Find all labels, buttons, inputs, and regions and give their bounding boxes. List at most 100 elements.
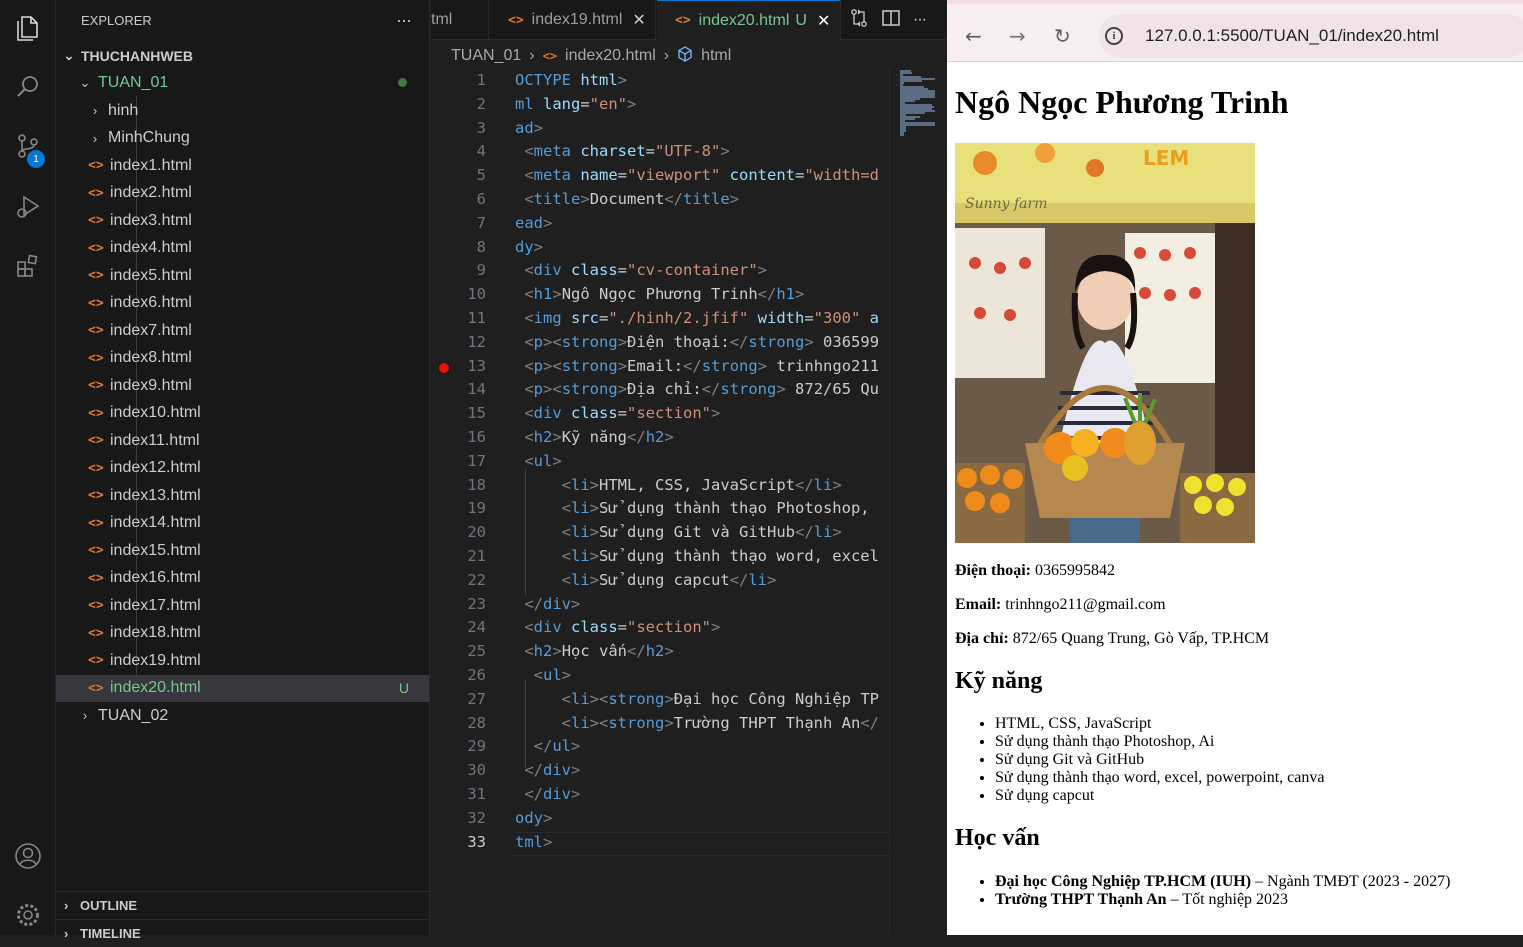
line-number: 21	[467, 547, 486, 565]
file-item[interactable]: <> index14.html	[56, 510, 429, 537]
minimap[interactable]	[889, 68, 941, 935]
code-line: <h1>Ngô Ngọc Phương Trinh</h1>	[515, 285, 804, 303]
code-token: div	[543, 761, 571, 780]
code-token: dy	[515, 237, 534, 256]
file-item[interactable]: <> index19.html	[56, 647, 429, 674]
code-token: "viewport"	[627, 166, 730, 185]
html-file-icon: <>	[675, 13, 691, 28]
workspace-root[interactable]: ⌄ THUCHANHWEB	[56, 42, 429, 69]
file-item[interactable]: <> index2.html	[56, 180, 429, 207]
file-item[interactable]: <> index20.html U	[56, 674, 429, 702]
file-item[interactable]: <> index16.html	[56, 565, 429, 592]
code-token: >	[561, 666, 572, 684]
code-token: <	[515, 404, 534, 423]
line-number: 32	[467, 808, 486, 827]
extensions-icon[interactable]	[8, 246, 48, 286]
html-file-icon: <>	[88, 543, 104, 558]
code-token: 872/65 Qu	[795, 380, 880, 399]
code-token: >	[757, 261, 768, 280]
file-label: index8.html	[110, 349, 192, 366]
breadcrumb-file[interactable]: index20.html	[565, 47, 656, 65]
file-label: index7.html	[110, 321, 192, 339]
code-token: class	[571, 618, 618, 637]
address-bar[interactable]: 127.0.0.1:5500/TUAN_01/index20.html	[1099, 14, 1523, 58]
line-number: 22	[467, 570, 486, 589]
breadcrumb-folder[interactable]: TUAN_01	[451, 47, 521, 65]
file-item[interactable]: <> index5.html	[56, 262, 429, 289]
forward-arrow-icon[interactable]: →	[1009, 24, 1026, 48]
code-token: =	[580, 94, 590, 113]
line-number: 18	[467, 475, 486, 494]
file-item[interactable]: <> index7.html	[56, 317, 429, 344]
html-file-icon: <>	[88, 268, 104, 283]
code-token: ul	[533, 451, 553, 470]
folder-minhchung[interactable]: › MinhChung	[56, 125, 429, 152]
code-line: <ul>	[515, 451, 561, 470]
file-item[interactable]: <> index3.html	[56, 207, 429, 234]
code-token: <	[515, 666, 543, 684]
line-number: 25	[467, 642, 486, 661]
file-item[interactable]: <> index18.html	[56, 620, 429, 647]
compare-changes-icon[interactable]	[849, 8, 869, 33]
file-item[interactable]: <> index13.html	[56, 482, 429, 509]
code-token: class	[571, 404, 618, 423]
folder-hinh[interactable]: › hinh	[56, 97, 429, 124]
settings-gear-icon[interactable]	[8, 895, 48, 935]
file-item[interactable]: <> index4.html	[56, 235, 429, 262]
breadcrumb-symbol[interactable]: html	[701, 47, 731, 65]
file-item[interactable]: <> index1.html	[56, 152, 429, 179]
html-file-icon: <>	[542, 49, 558, 63]
line-number: 23	[467, 594, 486, 613]
file-item[interactable]: <> index10.html	[56, 400, 429, 427]
search-icon[interactable]	[8, 67, 48, 107]
split-editor-icon[interactable]	[881, 8, 901, 33]
line-number: 4	[476, 142, 486, 161]
code-token: >	[571, 737, 581, 756]
code-token: =	[645, 142, 656, 161]
code-token: img	[533, 309, 571, 327]
code-token: </	[627, 428, 646, 446]
line-number: 8	[476, 237, 486, 256]
code-token: p	[533, 380, 544, 399]
reload-icon[interactable]: ↻	[1054, 24, 1071, 48]
email-paragraph: Email: trinhngo211@gmail.com	[955, 596, 1166, 614]
tab-index19[interactable]: <> index19.html ✕	[490, 0, 656, 40]
code-token: "en"	[589, 94, 627, 113]
timeline-panel[interactable]: › TIMELINE	[56, 919, 430, 947]
code-token: <	[515, 618, 534, 637]
folder-tuan02[interactable]: › TUAN_02	[56, 702, 429, 729]
tab-partial[interactable]: tml	[431, 0, 489, 40]
editor-area: tml <> index19.html ✕ <> index20.html U …	[431, 0, 946, 935]
explorer-files-icon[interactable]	[8, 8, 48, 48]
more-actions-icon[interactable]: ···	[913, 11, 927, 29]
school-detail: – Ngành TMĐT (2023 - 2027)	[1251, 873, 1451, 890]
site-info-icon[interactable]: i	[1105, 27, 1123, 45]
chevron-right-icon: ›	[663, 47, 670, 64]
html-file-icon: <>	[88, 488, 104, 503]
file-item[interactable]: <> index12.html	[56, 455, 429, 482]
chevron-right-icon: ›	[92, 103, 98, 118]
close-icon[interactable]: ✕	[817, 11, 830, 31]
breakpoint-dot[interactable]	[439, 362, 449, 373]
code-token: name	[580, 166, 618, 185]
file-item[interactable]: <> index6.html	[56, 290, 429, 317]
file-item[interactable]: <> index15.html	[56, 537, 429, 564]
file-item[interactable]: <> index11.html	[56, 427, 429, 454]
html-file-icon: <>	[88, 295, 104, 311]
outline-panel[interactable]: › OUTLINE	[56, 891, 430, 919]
code-token: =	[617, 618, 628, 637]
file-item[interactable]: <> index9.html	[56, 372, 429, 399]
explorer-more-button[interactable]: ···	[396, 10, 412, 31]
education-item: Đại học Công Nghiệp TP.HCM (IUH) – Ngành…	[995, 873, 1450, 891]
file-item[interactable]: <> index17.html	[56, 592, 429, 619]
tab-label: index19.html	[531, 11, 623, 28]
back-arrow-icon[interactable]: ←	[965, 24, 982, 48]
code-token: <	[515, 523, 571, 542]
code-editor[interactable]: 1 OCTYPE html> 2 ml lang="en"> 3 ad> 4 <meta c…	[431, 68, 889, 868]
run-debug-icon[interactable]	[8, 186, 48, 226]
folder-tuan01[interactable]: ⌄ TUAN_01	[56, 69, 429, 96]
file-item[interactable]: <> index8.html	[56, 345, 429, 372]
close-icon[interactable]: ✕	[632, 10, 645, 30]
tab-index20[interactable]: <> index20.html U ✕	[657, 0, 841, 40]
account-icon[interactable]	[8, 836, 48, 876]
